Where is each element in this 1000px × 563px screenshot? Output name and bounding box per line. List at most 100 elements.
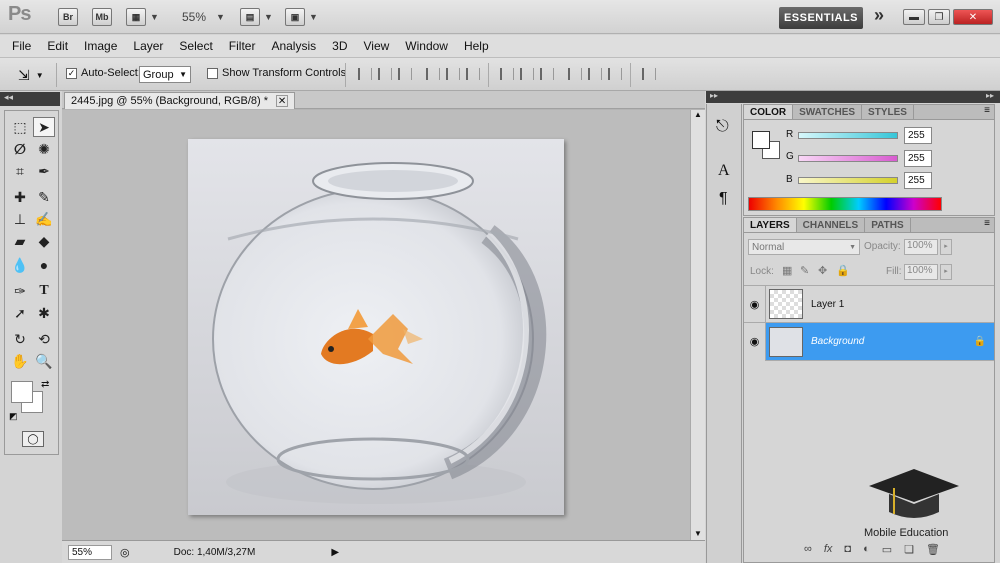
- menu-view[interactable]: View: [355, 39, 397, 53]
- quick-mask-icon[interactable]: ◯: [22, 431, 44, 447]
- 3d-orbit-tool-icon[interactable]: ⟲: [33, 329, 55, 349]
- paragraph-panel-icon[interactable]: ¶: [719, 190, 728, 208]
- delete-layer-icon[interactable]: 🗑: [926, 543, 940, 556]
- tab-layers[interactable]: LAYERS: [744, 218, 797, 232]
- distribute-top-icon[interactable]: [500, 68, 514, 80]
- opacity-field[interactable]: 100%: [904, 239, 938, 255]
- link-layers-icon[interactable]: ∞: [804, 543, 812, 556]
- menu-analysis[interactable]: Analysis: [263, 39, 324, 53]
- minimize-button[interactable]: ▬: [903, 9, 925, 25]
- healing-brush-tool-icon[interactable]: ✚: [9, 187, 31, 207]
- layer-style-icon[interactable]: fx: [824, 543, 833, 556]
- vertical-scrollbar[interactable]: ▲ ▼: [690, 110, 705, 540]
- menu-window[interactable]: Window: [397, 39, 456, 53]
- zoom-tool-icon[interactable]: 🔍: [33, 351, 55, 371]
- zoom-dropdown[interactable]: 55% ▼: [182, 8, 225, 26]
- menu-3d[interactable]: 3D: [324, 39, 355, 53]
- auto-select-target-dropdown[interactable]: Group ▼: [139, 66, 191, 83]
- character-panel-icon[interactable]: A: [718, 162, 730, 180]
- distribute-right-icon[interactable]: [608, 68, 622, 80]
- g-slider[interactable]: [798, 155, 898, 162]
- b-value[interactable]: 255: [904, 172, 932, 189]
- color-ramp[interactable]: [748, 197, 942, 211]
- add-mask-icon[interactable]: ◘: [844, 543, 851, 556]
- default-colors-icon[interactable]: ◩: [9, 411, 18, 422]
- close-button[interactable]: ✕: [953, 9, 993, 25]
- swap-colors-icon[interactable]: ⇄: [41, 379, 49, 390]
- lasso-tool-icon[interactable]: ⵁ: [9, 139, 31, 159]
- menu-file[interactable]: File: [4, 39, 39, 53]
- blend-mode-dropdown[interactable]: Normal ▼: [748, 239, 860, 255]
- crop-tool-icon[interactable]: ⌗: [9, 161, 31, 181]
- align-bottom-icon[interactable]: [398, 68, 412, 80]
- auto-select-checkbox[interactable]: ✓ Auto-Select:: [66, 67, 141, 79]
- zoom-field[interactable]: 55%: [68, 544, 112, 560]
- path-selection-tool-icon[interactable]: ➚: [9, 303, 31, 323]
- workspace-essentials-button[interactable]: ESSENTIALS: [779, 7, 863, 29]
- move-tool-icon[interactable]: ➤: [33, 117, 55, 137]
- paint-bucket-tool-icon[interactable]: ◆: [33, 231, 55, 251]
- align-left-icon[interactable]: [426, 68, 440, 80]
- menu-select[interactable]: Select: [171, 39, 220, 53]
- menu-filter[interactable]: Filter: [221, 39, 264, 53]
- lock-all-icon[interactable]: 🔒: [836, 264, 850, 277]
- menu-help[interactable]: Help: [456, 39, 497, 53]
- opacity-arrow-icon[interactable]: ▸: [940, 239, 952, 255]
- align-vertical-center-icon[interactable]: [378, 68, 392, 80]
- distribute-left-icon[interactable]: [568, 68, 582, 80]
- distribute-bottom-icon[interactable]: [540, 68, 554, 80]
- r-slider[interactable]: [798, 132, 898, 139]
- panel-menu-icon[interactable]: ≡: [984, 105, 994, 119]
- foreground-color-box[interactable]: [752, 131, 770, 149]
- brush-tool-icon[interactable]: ✎: [33, 187, 55, 207]
- 3d-rotate-tool-icon[interactable]: ↻: [9, 329, 31, 349]
- lock-image-icon[interactable]: ✎: [800, 264, 809, 277]
- fill-arrow-icon[interactable]: ▸: [940, 264, 952, 280]
- scroll-down-icon[interactable]: ▼: [691, 529, 705, 538]
- pen-tool-icon[interactable]: ✑: [9, 281, 31, 301]
- eraser-tool-icon[interactable]: ▰: [9, 231, 31, 251]
- tab-swatches[interactable]: SWATCHES: [793, 105, 863, 119]
- clone-stamp-tool-icon[interactable]: ⊥: [9, 209, 31, 229]
- panel-menu-icon[interactable]: ≡: [984, 218, 994, 232]
- layer-row-layer-1[interactable]: ◉ Layer 1: [744, 285, 994, 323]
- adjustment-layer-icon[interactable]: ◐: [863, 543, 870, 556]
- scroll-up-icon[interactable]: ▲: [691, 110, 705, 119]
- tool-preset-picker[interactable]: ⇲ ▼: [18, 67, 44, 84]
- show-transform-controls-checkbox[interactable]: Show Transform Controls: [207, 67, 346, 79]
- menu-image[interactable]: Image: [76, 39, 125, 53]
- g-value[interactable]: 255: [904, 150, 932, 167]
- menu-layer[interactable]: Layer: [125, 39, 171, 53]
- fill-field[interactable]: 100%: [904, 264, 938, 280]
- align-horizontal-center-icon[interactable]: [446, 68, 460, 80]
- visibility-eye-icon[interactable]: ◉: [744, 285, 766, 323]
- arrange-documents-button[interactable]: ▤ ▼: [240, 8, 273, 26]
- b-slider[interactable]: [798, 177, 898, 184]
- lock-position-icon[interactable]: ✥: [818, 264, 827, 277]
- tab-styles[interactable]: STYLES: [862, 105, 914, 119]
- restore-button[interactable]: ❐: [928, 9, 950, 25]
- history-brush-tool-icon[interactable]: ✍: [33, 209, 55, 229]
- eyedropper-tool-icon[interactable]: ✒: [33, 161, 55, 181]
- auto-align-layers-icon[interactable]: [642, 68, 656, 80]
- bridge-button[interactable]: Br: [58, 8, 78, 26]
- tab-paths[interactable]: PATHS: [865, 218, 911, 232]
- align-right-icon[interactable]: [466, 68, 480, 80]
- new-group-icon[interactable]: ▭: [882, 543, 892, 556]
- mini-bridge-button[interactable]: Mb: [92, 8, 112, 26]
- status-menu-arrow-icon[interactable]: ▶: [331, 547, 339, 558]
- layer-row-background[interactable]: ◉ Background 🔒: [744, 322, 994, 361]
- custom-shape-tool-icon[interactable]: ✱: [33, 303, 55, 323]
- expand-icon[interactable]: ▸▸: [710, 91, 718, 100]
- menu-edit[interactable]: Edit: [39, 39, 76, 53]
- dodge-tool-icon[interactable]: ●: [33, 255, 55, 275]
- distribute-vertical-center-icon[interactable]: [520, 68, 534, 80]
- tab-color[interactable]: COLOR: [744, 105, 794, 119]
- align-top-icon[interactable]: [358, 68, 372, 80]
- new-layer-icon[interactable]: ❏: [904, 543, 914, 556]
- hand-tool-icon[interactable]: ✋: [9, 351, 31, 371]
- view-extras-button[interactable]: ▦ ▼: [126, 8, 159, 26]
- history-panel-icon[interactable]: ⎋: [716, 118, 729, 136]
- screen-mode-button[interactable]: ▣ ▼: [285, 8, 318, 26]
- document-tab[interactable]: 2445.jpg @ 55% (Background, RGB/8) * ✕: [64, 92, 296, 109]
